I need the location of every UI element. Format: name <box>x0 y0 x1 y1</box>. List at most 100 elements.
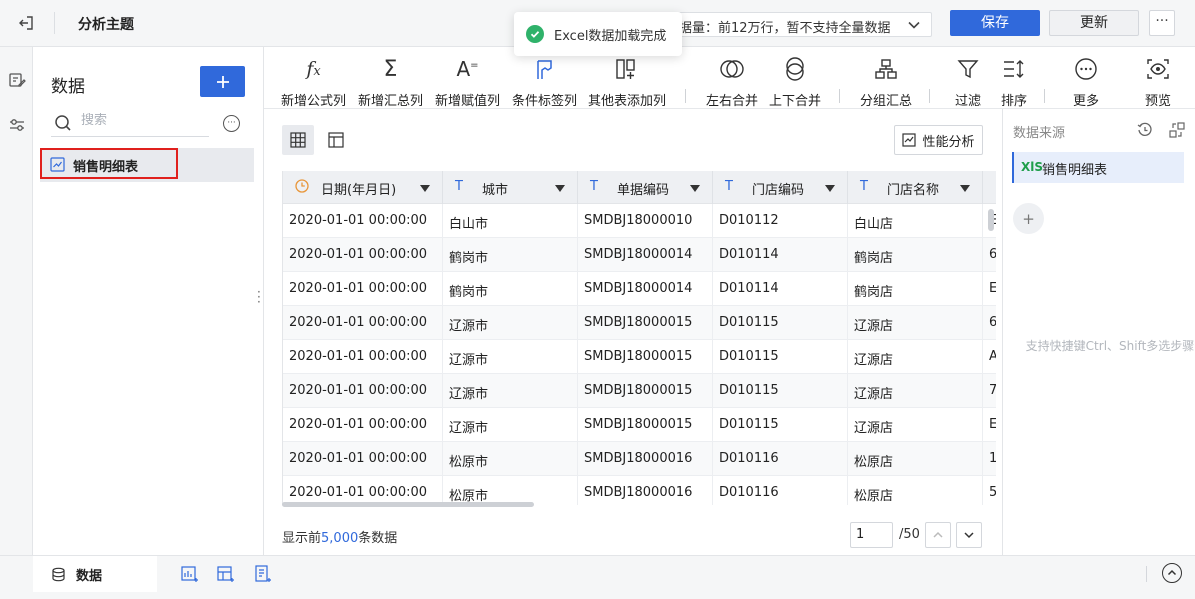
table-cell[interactable]: 辽源店 <box>848 374 983 408</box>
caret-down-icon[interactable] <box>690 182 700 197</box>
tool-sort[interactable]: 排序 <box>1001 47 1027 109</box>
table-cell[interactable]: 2020-01-01 00:00:00 <box>283 272 443 306</box>
table-cell[interactable]: D010116 <box>713 476 848 505</box>
page-next-button[interactable] <box>956 522 982 548</box>
table-cell[interactable]: SMDBJ18000015 <box>578 340 713 374</box>
data-volume-select[interactable]: 据量：前12万行，暂不支持全量数据 <box>660 12 932 37</box>
add-component-icon[interactable] <box>180 564 200 584</box>
layout-view-icon[interactable] <box>320 125 352 155</box>
table-cell[interactable]: SMDBJ18000014 <box>578 272 713 306</box>
column-header[interactable]: T 单据编码 <box>578 171 713 204</box>
save-button[interactable]: 保存 <box>950 10 1040 36</box>
table-cell[interactable]: 白山市 <box>443 204 578 238</box>
table-cell[interactable]: 辽源店 <box>848 408 983 442</box>
tool-add-summary-column[interactable]: Σ 新增汇总列 <box>358 47 423 110</box>
history-icon[interactable] <box>1137 122 1153 142</box>
dataset-icon[interactable] <box>7 70 27 90</box>
tool-group-summary[interactable]: 分组汇总 <box>860 47 912 109</box>
table-cell[interactable]: 2020-01-01 00:00:00 <box>283 238 443 272</box>
table-cell[interactable]: SMDBJ18000015 <box>578 374 713 408</box>
table-cell[interactable]: D010115 <box>713 374 848 408</box>
table-cell[interactable]: 鹤岗店 <box>848 272 983 306</box>
add-story-icon[interactable] <box>253 564 273 584</box>
table-cell[interactable]: 辽源市 <box>443 340 578 374</box>
table-cell[interactable]: D010115 <box>713 408 848 442</box>
table-cell[interactable]: 松原店 <box>848 476 983 505</box>
tab-data[interactable]: 数据 <box>33 556 157 592</box>
table-cell[interactable]: SMDBJ18000010 <box>578 204 713 238</box>
table-cell[interactable]: 2020-01-01 00:00:00 <box>283 476 443 505</box>
update-button[interactable]: 更新 <box>1049 10 1139 36</box>
caret-down-icon[interactable] <box>960 182 970 197</box>
chevron-up-icon[interactable] <box>1162 563 1182 583</box>
tool-add-formula-column[interactable]: fx 新增公式列 <box>281 47 346 109</box>
table-cell[interactable]: 7 <box>983 374 996 408</box>
table-cell[interactable]: D010114 <box>713 238 848 272</box>
table-cell[interactable]: 鹤岗市 <box>443 238 578 272</box>
table-cell[interactable]: 辽源店 <box>848 306 983 340</box>
tool-merge-vertical[interactable]: 上下合并 <box>769 47 821 109</box>
table-cell[interactable]: 2020-01-01 00:00:00 <box>283 442 443 476</box>
table-cell[interactable]: SMDBJ18000016 <box>578 442 713 476</box>
column-header[interactable]: T 门店名称 <box>848 171 983 204</box>
layout-switch-icon[interactable] <box>1169 122 1185 142</box>
add-dashboard-icon[interactable] <box>216 564 236 584</box>
table-cell[interactable]: 松原市 <box>443 476 578 505</box>
table-cell[interactable]: D010114 <box>713 272 848 306</box>
table-cell[interactable]: SMDBJ18000015 <box>578 408 713 442</box>
table-cell[interactable]: 辽源店 <box>848 340 983 374</box>
tool-condition-tag-column[interactable]: 条件标签列 <box>512 47 577 109</box>
table-cell[interactable]: 辽源市 <box>443 306 578 340</box>
table-cell[interactable]: 鹤岗店 <box>848 238 983 272</box>
table-cell[interactable]: 鹤岗市 <box>443 272 578 306</box>
table-cell[interactable]: 5 <box>983 476 996 505</box>
table-cell[interactable]: 辽源市 <box>443 374 578 408</box>
column-header[interactable]: T 门店编码 <box>713 171 848 204</box>
add-table-button[interactable] <box>200 66 245 97</box>
table-cell[interactable]: 辽源市 <box>443 408 578 442</box>
more-options-icon[interactable]: ··· <box>223 115 240 132</box>
performance-analysis-button[interactable]: 性能分析 <box>894 125 983 155</box>
caret-down-icon[interactable] <box>420 182 430 197</box>
table-cell[interactable]: A <box>983 340 996 374</box>
table-cell[interactable]: D010112 <box>713 204 848 238</box>
table-cell[interactable]: 松原市 <box>443 442 578 476</box>
table-cell[interactable]: 松原店 <box>848 442 983 476</box>
table-cell[interactable]: D010115 <box>713 340 848 374</box>
page-number-input[interactable]: 1 <box>850 522 893 548</box>
table-item-sales-detail[interactable]: 销售明细表 <box>40 148 254 182</box>
table-cell[interactable]: 2020-01-01 00:00:00 <box>283 374 443 408</box>
table-cell[interactable]: E <box>983 272 996 306</box>
caret-down-icon[interactable] <box>555 182 565 197</box>
table-cell[interactable]: D010115 <box>713 306 848 340</box>
vertical-scrollbar[interactable] <box>988 209 994 231</box>
caret-down-icon[interactable] <box>825 182 835 197</box>
table-cell[interactable]: SMDBJ18000014 <box>578 238 713 272</box>
table-cell[interactable]: 2020-01-01 00:00:00 <box>283 204 443 238</box>
table-cell[interactable]: 2020-01-01 00:00:00 <box>283 408 443 442</box>
table-cell[interactable]: D010116 <box>713 442 848 476</box>
search-input[interactable] <box>81 113 201 128</box>
page-prev-button[interactable] <box>925 522 951 548</box>
grid-view-icon[interactable] <box>282 125 314 155</box>
table-cell[interactable]: 2020-01-01 00:00:00 <box>283 306 443 340</box>
horizontal-scrollbar[interactable] <box>282 502 534 507</box>
panel-resize-handle[interactable]: · · · <box>257 286 261 308</box>
table-cell[interactable]: 白山店 <box>848 204 983 238</box>
tool-more[interactable]: 更多 <box>1073 47 1099 109</box>
table-cell[interactable]: SMDBJ18000015 <box>578 306 713 340</box>
column-header[interactable] <box>983 171 996 204</box>
column-header[interactable]: 日期(年月日) <box>283 171 443 204</box>
tool-add-assign-column[interactable]: A = 新增赋值列 <box>435 47 500 109</box>
exit-icon[interactable] <box>14 12 38 34</box>
tool-filter[interactable]: 过滤 <box>955 47 981 109</box>
more-menu-button[interactable]: ··· <box>1149 10 1175 36</box>
tool-merge-horizontal[interactable]: 左右合并 <box>706 47 758 109</box>
data-source-item[interactable]: XlS 销售明细表 <box>1012 152 1184 183</box>
settings-sliders-icon[interactable] <box>7 115 27 135</box>
tool-add-column-from-other-table[interactable]: 其他表添加列 <box>588 47 666 109</box>
table-cell[interactable]: 6 <box>983 306 996 340</box>
column-header[interactable]: T 城市 <box>443 171 578 204</box>
table-cell[interactable]: 2020-01-01 00:00:00 <box>283 340 443 374</box>
table-cell[interactable]: E <box>983 408 996 442</box>
